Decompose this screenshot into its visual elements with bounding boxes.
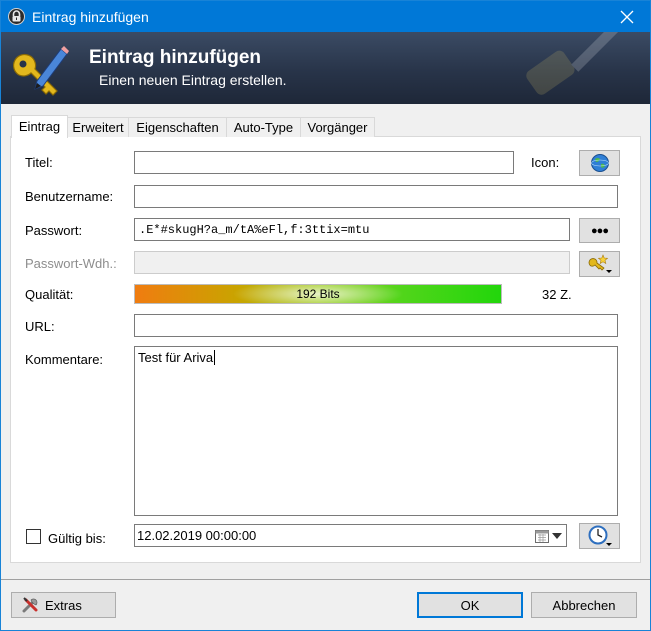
comments-text: Test für Ariva <box>138 350 214 365</box>
ok-button[interactable]: OK <box>417 592 523 618</box>
tools-button[interactable]: Extras <box>11 592 116 618</box>
title-bar[interactable]: Eintrag hinzufügen <box>1 1 650 32</box>
quality-label: Qualität: <box>25 287 74 302</box>
keepass-lock-icon <box>8 8 25 25</box>
username-label: Benutzername: <box>25 189 114 204</box>
password-label: Passwort: <box>25 223 83 238</box>
key-star-icon <box>588 254 612 273</box>
comments-label: Kommentare: <box>25 352 104 367</box>
close-button[interactable] <box>604 1 650 32</box>
expiry-presets-button[interactable] <box>579 523 620 549</box>
password-generator-button[interactable] <box>579 251 620 277</box>
url-label: URL: <box>25 319 55 334</box>
expires-checkbox[interactable] <box>26 529 41 544</box>
password-quality-bar: 192 Bits <box>134 284 502 304</box>
repeat-password-input <box>134 251 570 274</box>
cancel-button[interactable]: Abbrechen <box>531 592 637 618</box>
title-input[interactable] <box>134 151 514 174</box>
quality-bits-text: 192 Bits <box>296 287 340 301</box>
tab-auto-type[interactable]: Auto-Type <box>226 117 301 137</box>
expiry-date-picker[interactable]: 12.02.2019 00:00:00 <box>134 524 567 547</box>
window-title: Eintrag hinzufügen <box>32 9 149 25</box>
key-pencil-icon <box>12 46 69 96</box>
repeat-password-label: Passwort-Wdh.: <box>25 256 117 271</box>
tab-properties[interactable]: Eigenschaften <box>128 117 227 137</box>
close-icon <box>620 10 634 23</box>
globe-icon <box>590 154 609 172</box>
date-dropdown-button[interactable] <box>531 526 565 545</box>
expiry-date-value: 12.02.2019 00:00:00 <box>137 528 257 543</box>
comments-textarea[interactable]: Test für Ariva <box>134 346 618 516</box>
chevron-down-icon <box>552 532 562 539</box>
dialog-banner: Eintrag hinzufügen Einen neuen Eintrag e… <box>1 32 650 104</box>
banner-watermark-icon <box>526 32 621 95</box>
username-input[interactable] <box>134 185 618 208</box>
banner-title: Eintrag hinzufügen <box>89 47 262 68</box>
title-label: Titel: <box>25 155 53 170</box>
calendar-icon <box>535 529 549 543</box>
tab-advanced[interactable]: Erweitert <box>67 117 129 137</box>
add-entry-dialog: Eintrag hinzufügen Eintrag hinzufügen Ei… <box>0 0 651 631</box>
tab-entry[interactable]: Eintrag <box>11 115 68 138</box>
text-caret <box>214 350 216 365</box>
tools-button-label: Extras <box>45 597 82 613</box>
character-count: 32 Z. <box>542 287 572 302</box>
clock-icon <box>588 525 612 546</box>
url-input[interactable] <box>134 314 618 337</box>
footer-separator <box>1 579 650 580</box>
icon-label: Icon: <box>531 155 560 170</box>
wrench-screwdriver-icon <box>22 597 38 613</box>
password-input[interactable]: .E*#skugH?a_m/tA%eFl,f:3ttix=mtu <box>134 218 570 241</box>
tab-history[interactable]: Vorgänger <box>300 117 375 137</box>
banner-subtitle: Einen neuen Eintrag erstellen. <box>99 72 287 88</box>
icon-picker-button[interactable] <box>579 150 620 176</box>
toggle-password-visibility-button[interactable]: ●●● <box>579 218 620 243</box>
expires-label[interactable]: Gültig bis: <box>48 531 106 546</box>
